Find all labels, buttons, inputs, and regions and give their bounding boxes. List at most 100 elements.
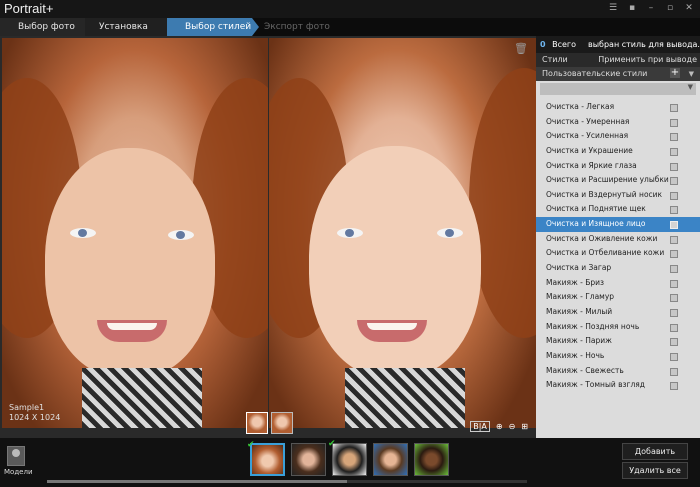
style-checkbox[interactable]	[670, 367, 678, 376]
style-checkbox[interactable]	[670, 352, 678, 361]
photo-thumbnail[interactable]: ✔	[247, 440, 285, 476]
add-style-icon[interactable]: +	[670, 68, 680, 78]
eye-shape	[437, 228, 463, 238]
style-item[interactable]: Очистка и Яркие глаза	[536, 159, 700, 174]
style-checkbox[interactable]	[670, 104, 678, 112]
preview-thumb-after[interactable]	[271, 412, 293, 434]
style-item[interactable]: Очистка - Усиленная	[536, 129, 700, 144]
style-checkbox[interactable]	[670, 177, 678, 186]
models-label: Модели	[4, 468, 33, 476]
style-checkbox[interactable]	[670, 250, 678, 259]
style-checkbox[interactable]	[670, 323, 678, 332]
style-item[interactable]: Макияж - Свежесть	[536, 364, 700, 379]
style-checkbox[interactable]	[670, 382, 678, 391]
fit-icon[interactable]: ⊞	[521, 422, 528, 431]
style-item[interactable]: Очистка и Загар	[536, 261, 700, 276]
style-item[interactable]: Очистка и Оживление кожи	[536, 232, 700, 247]
step-set-points[interactable]: Установка точек	[85, 18, 167, 50]
style-checkbox[interactable]	[670, 147, 678, 156]
step-label: Выбор стилей	[185, 22, 252, 32]
style-item-label: Очистка и Вздернутый носик	[546, 189, 663, 199]
photo-thumbnail[interactable]: ✔	[328, 439, 367, 476]
step-label: Выбор фото	[18, 22, 75, 32]
trash-icon[interactable]: 🗑	[514, 42, 528, 55]
style-item-label: Макияж - Милый	[546, 306, 613, 316]
style-checkbox[interactable]	[670, 162, 678, 171]
style-checkbox[interactable]	[670, 118, 678, 127]
style-item-label: Очистка - Умеренная	[546, 116, 630, 126]
step-export-photo[interactable]: Экспорт фото	[252, 18, 372, 36]
style-item-label: Очистка и Загар	[546, 263, 612, 273]
style-checkbox[interactable]	[670, 191, 678, 200]
models-button[interactable]: Модели	[4, 446, 33, 476]
preview-thumbs	[246, 412, 293, 434]
style-checkbox[interactable]	[670, 265, 678, 274]
delete-all-button[interactable]: Удалить все	[622, 462, 688, 479]
style-item[interactable]: Очистка и Поднятие щек	[536, 202, 700, 217]
style-checkbox[interactable]	[670, 308, 678, 317]
style-item-label: Очистка и Оживление кожи	[546, 233, 658, 243]
shirt-shape	[345, 368, 465, 428]
style-item[interactable]: Очистка и Отбеливание кожи	[536, 246, 700, 261]
check-icon: ✔	[328, 439, 336, 449]
style-item[interactable]: Макияж - Томный взгляд	[536, 378, 700, 393]
thumbnail-scrollbar[interactable]	[47, 480, 527, 483]
close-icon[interactable]: ✕	[684, 3, 694, 13]
maximize-icon[interactable]: ▫	[665, 3, 675, 13]
apply-label: Применить при выводе	[598, 55, 697, 64]
count-label: Всего	[552, 40, 577, 49]
before-after-toggle[interactable]: B|A	[470, 421, 490, 432]
style-checkbox[interactable]	[670, 338, 678, 347]
selection-summary: 0 Всего выбран стиль для вывода.	[536, 36, 700, 53]
preview-thumb-before[interactable]	[246, 412, 268, 434]
photo-after: 🗑	[269, 38, 536, 428]
face-shape	[309, 146, 481, 378]
mouth-shape	[357, 320, 427, 342]
step-select-styles[interactable]: Выбор стилей	[167, 18, 252, 36]
chevron-down-icon[interactable]: ▼	[689, 67, 694, 81]
summary-message: выбран стиль для вывода.	[588, 40, 700, 49]
photo-before: Sample1 1024 X 1024	[2, 38, 268, 428]
photo-thumbnail[interactable]	[414, 443, 449, 476]
style-checkbox[interactable]	[670, 206, 678, 215]
minimize-icon[interactable]: –	[646, 3, 656, 13]
style-item[interactable]: Макияж - Милый	[536, 305, 700, 320]
style-item[interactable]: Очистка и Изящное лицо	[536, 217, 700, 232]
style-item[interactable]: Очистка и Вздернутый носик	[536, 188, 700, 203]
style-checkbox[interactable]	[670, 279, 678, 288]
style-checkbox[interactable]	[670, 133, 678, 142]
eye-shape	[70, 228, 96, 238]
style-item[interactable]: Макияж - Бриз	[536, 276, 700, 291]
style-item-label: Макияж - Поздняя ночь	[546, 321, 640, 331]
mouth-shape	[97, 320, 167, 342]
style-category-dropdown[interactable]: ▼	[540, 83, 696, 95]
photo-name: Sample1	[9, 403, 45, 412]
style-item[interactable]: Очистка - Легкая	[536, 100, 700, 115]
style-item[interactable]: Макияж - Поздняя ночь	[536, 320, 700, 335]
style-item-label: Макияж - Ночь	[546, 350, 605, 360]
scrollbar-thumb[interactable]	[47, 480, 347, 483]
photo-thumbnail[interactable]	[373, 443, 408, 476]
add-photo-button[interactable]: Добавить фото	[622, 443, 688, 471]
footer-bar: Модели ✔ ✔ Добавить фото Удалить все	[0, 438, 700, 487]
photo-thumbnails: ✔ ✔	[247, 439, 449, 476]
settings-icon[interactable]: ☰	[608, 3, 618, 13]
style-checkbox[interactable]	[670, 221, 678, 230]
style-item-label: Очистка и Изящное лицо	[546, 219, 646, 229]
custom-styles-group[interactable]: Пользовательские стили + ▼	[536, 67, 700, 81]
style-item[interactable]: Очистка - Умеренная	[536, 115, 700, 130]
step-select-photo[interactable]: Выбор фото	[0, 18, 85, 36]
style-item[interactable]: Макияж - Париж	[536, 334, 700, 349]
chat-icon[interactable]: ▪	[627, 3, 637, 13]
zoom-in-icon[interactable]: ⊕	[496, 422, 503, 431]
style-item[interactable]: Очистка и Расширение улыбки	[536, 173, 700, 188]
style-checkbox[interactable]	[670, 235, 678, 244]
style-item[interactable]: Макияж - Гламур	[536, 290, 700, 305]
style-checkbox[interactable]	[670, 294, 678, 303]
style-item[interactable]: Очистка и Украшение	[536, 144, 700, 159]
style-item-label: Макияж - Париж	[546, 336, 612, 346]
photo-thumbnail[interactable]	[291, 443, 326, 476]
eye-shape	[168, 230, 194, 240]
zoom-out-icon[interactable]: ⊖	[509, 422, 516, 431]
style-item[interactable]: Макияж - Ночь	[536, 349, 700, 364]
